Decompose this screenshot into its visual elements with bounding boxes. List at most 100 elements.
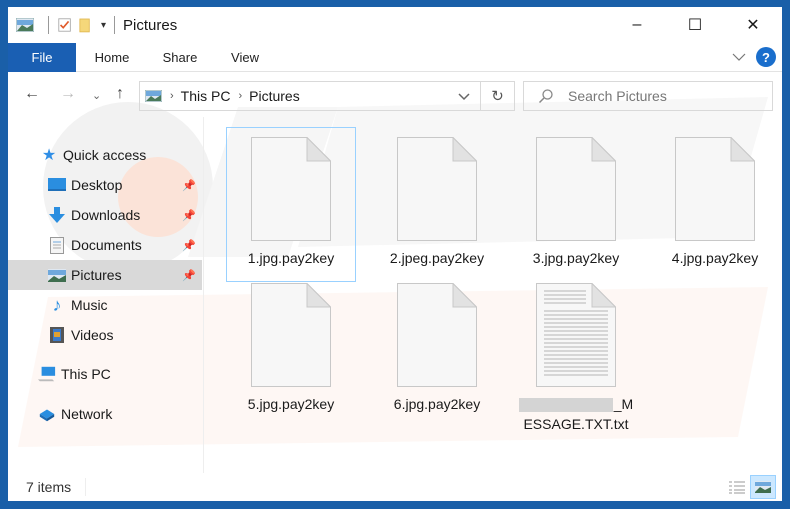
pictures-app-icon bbox=[16, 18, 34, 32]
address-history-dropdown-icon[interactable] bbox=[458, 88, 470, 104]
details-view-button[interactable] bbox=[724, 475, 750, 499]
breadcrumb-this-pc[interactable]: This PC bbox=[181, 88, 231, 104]
sidebar-item-label: Documents bbox=[71, 237, 142, 253]
blank-file-icon bbox=[251, 137, 331, 241]
text-file-icon bbox=[536, 283, 616, 387]
file-name-line1-suffix: _M bbox=[613, 396, 634, 412]
file-name: 5.jpg.pay2key bbox=[247, 396, 335, 412]
sidebar-item-label: Network bbox=[61, 406, 113, 422]
view-switcher bbox=[724, 475, 776, 499]
pin-icon[interactable]: 📌 bbox=[182, 239, 196, 252]
search-icon bbox=[538, 89, 553, 104]
large-icons-view-icon bbox=[755, 481, 771, 493]
tab-view[interactable]: View bbox=[222, 43, 268, 72]
help-button[interactable]: ? bbox=[756, 47, 776, 67]
customize-toolbar-dropdown[interactable]: ▾ bbox=[101, 20, 106, 31]
blank-file-icon bbox=[536, 137, 616, 241]
sidebar-item-label: Pictures bbox=[71, 267, 122, 283]
file-item[interactable]: 4.jpg.pay2key bbox=[650, 127, 780, 268]
music-icon: ♪ bbox=[52, 294, 62, 315]
star-icon: ★ bbox=[41, 147, 57, 164]
sidebar-item-this-pc[interactable]: This PC bbox=[8, 359, 202, 389]
pictures-icon bbox=[48, 267, 66, 283]
expand-ribbon-icon[interactable] bbox=[732, 52, 746, 62]
sidebar-item-documents[interactable]: Documents 📌 bbox=[8, 230, 202, 260]
search-placeholder: Search Pictures bbox=[568, 88, 667, 104]
file-name: _M ESSAGE.TXT.txt bbox=[518, 394, 634, 434]
toolbar-divider bbox=[114, 16, 116, 34]
sidebar-item-network[interactable]: Network bbox=[8, 399, 202, 429]
sidebar-item-label: This PC bbox=[61, 366, 111, 382]
minimize-button[interactable]: – bbox=[608, 7, 666, 43]
file-name: 3.jpg.pay2key bbox=[532, 250, 620, 266]
file-item[interactable]: 1.jpg.pay2key bbox=[226, 127, 356, 282]
status-bar: 7 items bbox=[8, 473, 782, 501]
file-item[interactable]: 2.jpeg.pay2key bbox=[372, 127, 502, 268]
blank-file-icon bbox=[251, 283, 331, 387]
quick-access-toolbar: ▾ Pictures bbox=[16, 16, 177, 34]
tab-file[interactable]: File bbox=[8, 43, 76, 72]
toolbar-divider bbox=[48, 16, 49, 34]
properties-icon[interactable] bbox=[57, 17, 73, 33]
ribbon: File Home Share View ? bbox=[8, 43, 782, 72]
pictures-location-icon bbox=[145, 90, 162, 102]
sidebar-item-downloads[interactable]: Downloads 📌 bbox=[8, 200, 202, 230]
breadcrumb-pictures[interactable]: Pictures bbox=[249, 88, 300, 104]
file-name: 2.jpeg.pay2key bbox=[389, 250, 485, 266]
documents-icon bbox=[48, 236, 66, 254]
file-item-ransom-note[interactable]: _M ESSAGE.TXT.txt bbox=[511, 273, 641, 434]
sidebar-item-label: Downloads bbox=[71, 207, 141, 223]
file-explorer-window: ▾ Pictures – ☐ ✕ File Home Share View ? … bbox=[8, 7, 782, 501]
navigation-bar: ← → ⌄ ↑ › This PC › Pictures ↻ Search Pi… bbox=[8, 73, 782, 117]
pin-icon[interactable]: 📌 bbox=[182, 209, 196, 222]
close-button[interactable]: ✕ bbox=[724, 7, 782, 43]
sidebar-item-quick-access[interactable]: ★ Quick access bbox=[8, 140, 202, 170]
back-button[interactable]: ← bbox=[24, 85, 40, 103]
breadcrumb-chevron-icon: › bbox=[170, 90, 174, 102]
blank-file-icon bbox=[397, 137, 477, 241]
window-controls: – ☐ ✕ bbox=[608, 7, 782, 43]
maximize-button[interactable]: ☐ bbox=[666, 7, 724, 43]
forward-button[interactable]: → bbox=[60, 85, 76, 103]
ribbon-right-controls: ? bbox=[732, 47, 776, 67]
sidebar-item-label: Quick access bbox=[63, 147, 147, 163]
tab-share[interactable]: Share bbox=[154, 43, 206, 72]
details-view-icon bbox=[729, 481, 745, 494]
file-list: 1.jpg.pay2key 2.jpeg.pay2key 3.jpg.pay2k… bbox=[205, 117, 782, 473]
sidebar-item-label: Music bbox=[71, 297, 108, 313]
blank-file-icon bbox=[675, 137, 755, 241]
recent-locations-dropdown[interactable]: ⌄ bbox=[92, 89, 101, 102]
file-name: 4.jpg.pay2key bbox=[671, 250, 759, 266]
sidebar-item-label: Videos bbox=[71, 327, 114, 343]
window-title: Pictures bbox=[123, 16, 178, 34]
redacted-filename-block bbox=[518, 398, 613, 413]
large-icons-view-button[interactable] bbox=[750, 475, 776, 499]
file-item[interactable]: 5.jpg.pay2key bbox=[226, 273, 356, 414]
file-name-line2: ESSAGE.TXT.txt bbox=[523, 416, 629, 432]
file-name: 6.jpg.pay2key bbox=[393, 396, 481, 412]
sidebar-item-pictures[interactable]: Pictures 📌 bbox=[8, 260, 202, 290]
sidebar-item-videos[interactable]: Videos bbox=[8, 320, 202, 350]
file-item[interactable]: 6.jpg.pay2key bbox=[372, 273, 502, 414]
item-count: 7 items bbox=[26, 479, 72, 495]
navigation-pane: ★ Quick access Desktop 📌 Downloads 📌 Doc… bbox=[8, 117, 204, 473]
computer-icon bbox=[38, 366, 56, 382]
sidebar-item-desktop[interactable]: Desktop 📌 bbox=[8, 170, 202, 200]
search-input[interactable]: Search Pictures bbox=[523, 81, 773, 111]
up-button[interactable]: ↑ bbox=[116, 85, 124, 103]
network-icon bbox=[38, 406, 56, 422]
refresh-button[interactable]: ↻ bbox=[480, 82, 514, 110]
sidebar-item-music[interactable]: ♪ Music bbox=[8, 290, 202, 320]
new-folder-icon[interactable] bbox=[79, 17, 91, 33]
pin-icon[interactable]: 📌 bbox=[182, 269, 196, 282]
sidebar-item-label: Desktop bbox=[71, 177, 123, 193]
videos-icon bbox=[48, 327, 66, 343]
title-bar: ▾ Pictures – ☐ ✕ bbox=[8, 7, 782, 43]
tab-home[interactable]: Home bbox=[86, 43, 138, 72]
address-bar[interactable]: › This PC › Pictures ↻ bbox=[139, 81, 515, 111]
pin-icon[interactable]: 📌 bbox=[182, 179, 196, 192]
desktop-icon bbox=[48, 177, 66, 193]
breadcrumb-chevron-icon: › bbox=[238, 90, 243, 102]
file-item[interactable]: 3.jpg.pay2key bbox=[511, 127, 641, 268]
download-icon bbox=[48, 207, 66, 223]
